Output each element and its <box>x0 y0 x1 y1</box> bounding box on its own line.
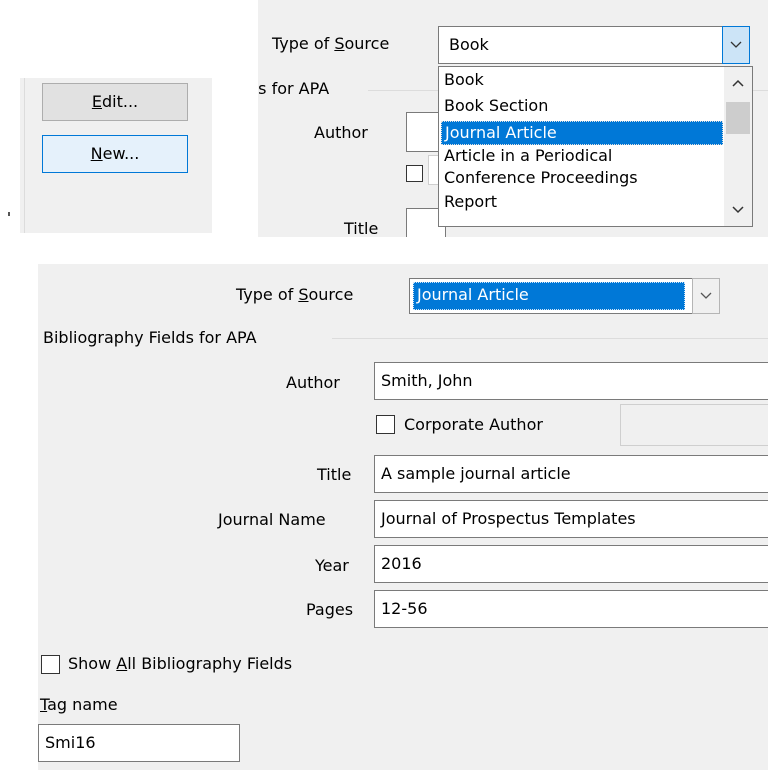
type-of-source-label: Type of Source <box>236 285 353 304</box>
corporate-author-field[interactable] <box>620 404 768 446</box>
title-label: Title <box>344 219 379 237</box>
chevron-down-icon <box>700 292 712 299</box>
source-manager-buttons-panel: Edit... New... <box>20 78 212 233</box>
journal-name-value: Journal of Prospectus Templates <box>381 509 636 528</box>
title-label: Title <box>317 465 352 484</box>
pages-label: Pages <box>306 600 354 619</box>
type-label-pre: Type of <box>272 34 335 53</box>
form-type-label-pre: Type of <box>236 285 299 304</box>
show-all-label-accel: A <box>116 654 128 673</box>
list-option-conference-proceedings[interactable]: Conference Proceedings <box>441 167 726 191</box>
corporate-author-label: Corporate Author <box>404 415 543 434</box>
journal-name-label: Journal Name <box>218 510 326 529</box>
corporate-author-checkbox[interactable] <box>376 415 395 434</box>
show-all-fields-label: Show All Bibliography Fields <box>68 654 292 673</box>
list-option-article-in-periodical[interactable]: Article in a Periodical <box>441 145 726 169</box>
author-value: Smith, John <box>381 371 473 390</box>
form-type-label-accel: S <box>298 285 309 304</box>
type-label-accel: S <box>334 34 345 53</box>
year-value: 2016 <box>381 554 422 573</box>
type-of-source-value: Journal Article <box>417 285 529 304</box>
new-label-accel: N <box>90 144 103 163</box>
author-field[interactable]: Smith, John <box>374 362 768 400</box>
scroll-down-icon[interactable] <box>732 206 744 214</box>
show-all-label-pre: Show <box>68 654 117 673</box>
new-button[interactable]: New... <box>42 135 188 173</box>
type-of-source-listbox[interactable]: Book Book Section Journal Article Articl… <box>438 66 753 227</box>
type-of-source-dropdown-button[interactable] <box>722 26 750 64</box>
tag-name-field[interactable]: Smi16 <box>38 724 240 762</box>
title-field[interactable]: A sample journal article <box>374 455 768 493</box>
pages-field[interactable]: 12-56 <box>374 590 768 628</box>
type-of-source-selected-highlight: Journal Article <box>413 282 685 310</box>
year-label: Year <box>315 556 349 575</box>
pages-value: 12-56 <box>381 599 428 618</box>
edit-button[interactable]: Edit... <box>42 83 188 121</box>
title-value: A sample journal article <box>381 464 571 483</box>
group-label-partial: ds for APA <box>258 79 330 98</box>
edit-label-accel: E <box>91 92 102 111</box>
show-all-fields-checkbox[interactable] <box>41 655 60 674</box>
type-of-source-dropdown-button[interactable] <box>692 278 720 314</box>
create-source-form: Type of Source Journal Article Bibliogra… <box>38 264 768 770</box>
type-of-source-label: Type of Source <box>272 34 389 53</box>
tag-name-value: Smi16 <box>45 733 96 752</box>
journal-name-field[interactable]: Journal of Prospectus Templates <box>374 500 768 538</box>
show-all-label-post: ll Bibliography Fields <box>127 654 293 673</box>
group-line <box>332 338 768 339</box>
panel-divider <box>24 78 25 233</box>
list-option-report[interactable]: Report <box>441 191 726 215</box>
scroll-up-icon[interactable] <box>732 79 744 87</box>
form-type-label-post: ource <box>308 285 354 304</box>
scrollbar-thumb[interactable] <box>726 102 750 134</box>
list-option-journal-article[interactable]: Journal Article <box>441 121 723 145</box>
type-of-source-select[interactable]: Journal Article <box>409 278 700 314</box>
type-label-post: ource <box>344 34 390 53</box>
edit-label-post: dit... <box>101 92 139 111</box>
list-option-book[interactable]: Book <box>441 69 726 93</box>
type-of-source-select[interactable]: Book <box>438 26 725 64</box>
group-label: Bibliography Fields for APA <box>43 328 257 347</box>
corporate-author-checkbox[interactable] <box>406 165 423 182</box>
year-field[interactable]: 2016 <box>374 545 768 583</box>
new-label-post: ew... <box>102 144 140 163</box>
type-of-source-dropdown-panel: Type of Source Book ds for APA Author Ti… <box>258 0 768 237</box>
edge-dot <box>8 212 10 216</box>
listbox-scrollbar[interactable] <box>724 67 752 226</box>
tag-name-label: Tag name <box>40 695 118 714</box>
tag-label-post: ag name <box>47 695 118 714</box>
chevron-down-icon <box>730 41 742 48</box>
list-option-book-section[interactable]: Book Section <box>441 95 726 119</box>
author-label: Author <box>286 373 340 392</box>
type-of-source-value: Book <box>449 35 489 54</box>
author-label: Author <box>314 123 368 142</box>
